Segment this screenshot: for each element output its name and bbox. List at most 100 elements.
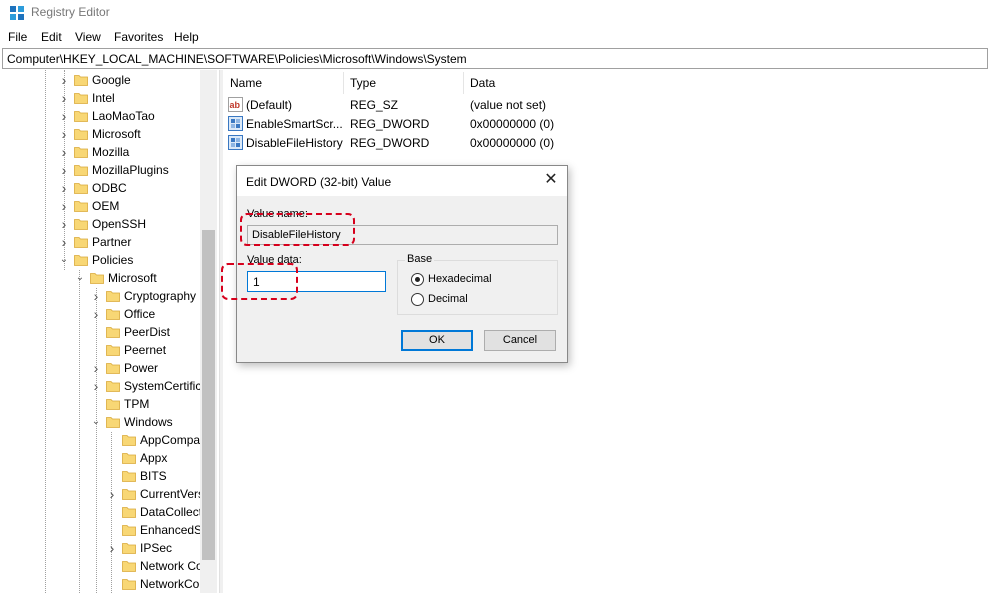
tree-item[interactable]: › ODBC xyxy=(0,179,200,197)
tree-item-label: PeerDist xyxy=(124,325,171,339)
tree-item[interactable]: PeerDist xyxy=(0,323,200,341)
chevron-right-icon[interactable]: › xyxy=(91,289,101,303)
tree-item-label: Partner xyxy=(92,235,132,249)
chevron-right-icon[interactable]: › xyxy=(59,163,69,177)
folder-icon xyxy=(74,201,88,212)
column-header-name[interactable]: Name xyxy=(230,76,262,90)
address-path: Computer\HKEY_LOCAL_MACHINE\SOFTWARE\Pol… xyxy=(7,52,467,66)
chevron-right-icon[interactable]: › xyxy=(91,361,101,375)
tree-item[interactable]: › CurrentVers xyxy=(0,485,204,503)
tree-item[interactable]: › Office xyxy=(0,305,200,323)
chevron-right-icon[interactable]: › xyxy=(91,379,101,393)
tree-item[interactable]: ⌄ Microsoft xyxy=(0,269,200,287)
tree-item[interactable]: › LaoMaoTao xyxy=(0,107,200,125)
tree-item[interactable]: Peernet xyxy=(0,341,200,359)
tree-item[interactable]: BITS xyxy=(0,467,200,485)
tree-item-label: Policies xyxy=(92,253,134,267)
menu-edit[interactable]: Edit xyxy=(41,30,62,44)
tree-item[interactable]: Network Co xyxy=(0,557,203,575)
radio-selected-dot xyxy=(415,277,420,282)
decimal-label[interactable]: Decimal xyxy=(428,293,468,305)
tree-item-label: Appx xyxy=(140,451,168,465)
folder-icon xyxy=(122,435,136,446)
chevron-right-icon[interactable]: › xyxy=(59,127,69,141)
key-tree[interactable]: › Google › Intel › LaoMaoTao › Microsoft › Mozill… xyxy=(0,70,217,593)
tree-item[interactable]: › Google xyxy=(0,71,200,89)
column-divider[interactable] xyxy=(463,72,464,94)
menu-file[interactable]: File xyxy=(8,30,27,44)
value-data: 0x00000000 (0) xyxy=(470,136,555,150)
decimal-radio[interactable] xyxy=(411,293,424,306)
chevron-right-icon[interactable]: › xyxy=(59,235,69,249)
chevron-right-icon[interactable]: › xyxy=(91,307,101,321)
tree-item[interactable]: ⌄ Policies xyxy=(0,251,200,269)
folder-icon xyxy=(74,165,88,176)
tree-item-label: BITS xyxy=(140,469,167,483)
chevron-right-icon[interactable]: › xyxy=(107,487,117,501)
tree-item[interactable]: › Mozilla xyxy=(0,143,200,161)
value-row[interactable]: ab (Default) REG_SZ (value not set) xyxy=(223,95,988,114)
tree-item[interactable]: › OpenSSH xyxy=(0,215,200,233)
hexadecimal-label[interactable]: Hexadecimal xyxy=(428,273,492,285)
folder-icon xyxy=(106,363,120,374)
tree-item-label: SystemCertific xyxy=(124,379,202,393)
folder-icon xyxy=(122,543,136,554)
hexadecimal-radio[interactable] xyxy=(411,273,424,286)
dialog-title-bar[interactable]: Edit DWORD (32-bit) Value ✕ xyxy=(237,166,567,196)
tree-item[interactable]: TPM xyxy=(0,395,200,413)
tree-item[interactable]: › Intel xyxy=(0,89,200,107)
chevron-down-icon[interactable]: ⌄ xyxy=(75,272,85,284)
tree-item[interactable]: NetworkCo xyxy=(0,575,200,593)
tree-scrollbar-thumb[interactable] xyxy=(202,230,215,560)
menu-favorites[interactable]: Favorites xyxy=(114,30,163,44)
close-icon[interactable]: ✕ xyxy=(543,172,559,188)
tree-item-label: Intel xyxy=(92,91,115,105)
folder-icon xyxy=(74,75,88,86)
menu-view[interactable]: View xyxy=(75,30,101,44)
folder-icon xyxy=(74,129,88,140)
tree-item-label: Power xyxy=(124,361,159,375)
tree-item-label: IPSec xyxy=(140,541,173,555)
chevron-right-icon[interactable]: › xyxy=(59,109,69,123)
chevron-right-icon[interactable]: › xyxy=(107,541,117,555)
value-row[interactable]: DisableFileHistory REG_DWORD 0x00000000 … xyxy=(223,133,988,152)
tree-item[interactable]: › Power xyxy=(0,359,200,377)
value-data: 0x00000000 (0) xyxy=(470,117,555,131)
folder-icon xyxy=(90,273,104,284)
value-row[interactable]: EnableSmartScr... REG_DWORD 0x00000000 (… xyxy=(223,114,988,133)
chevron-right-icon[interactable]: › xyxy=(59,181,69,195)
column-header-data[interactable]: Data xyxy=(470,76,495,90)
chevron-right-icon[interactable]: › xyxy=(59,73,69,87)
menu-help[interactable]: Help xyxy=(174,30,199,44)
tree-item[interactable]: › OEM xyxy=(0,197,200,215)
value-type: REG_DWORD xyxy=(350,136,430,150)
chevron-right-icon[interactable]: › xyxy=(59,217,69,231)
tree-item-label: Mozilla xyxy=(92,145,130,159)
tree-item-label: Peernet xyxy=(124,343,167,357)
column-divider[interactable] xyxy=(343,72,344,94)
tree-item[interactable]: DataCollect xyxy=(0,503,202,521)
tree-item[interactable]: › SystemCertific xyxy=(0,377,202,395)
tree-item[interactable]: › Cryptography xyxy=(0,287,200,305)
folder-icon xyxy=(106,399,120,410)
tree-item[interactable]: › IPSec xyxy=(0,539,200,557)
tree-item[interactable]: › Partner xyxy=(0,233,200,251)
column-header-type[interactable]: Type xyxy=(350,76,376,90)
tree-item-label: LaoMaoTao xyxy=(92,109,155,123)
ok-button[interactable]: OK xyxy=(401,330,473,351)
chevron-right-icon[interactable]: › xyxy=(59,199,69,213)
chevron-right-icon[interactable]: › xyxy=(59,145,69,159)
tree-item[interactable]: › Microsoft xyxy=(0,125,200,143)
tree-item[interactable]: AppCompa xyxy=(0,431,200,449)
address-bar[interactable]: Computer\HKEY_LOCAL_MACHINE\SOFTWARE\Pol… xyxy=(2,48,988,69)
dword-value-icon xyxy=(228,135,243,150)
tree-item[interactable]: Appx xyxy=(0,449,200,467)
tree-item[interactable]: ⌄ Windows xyxy=(0,413,200,431)
chevron-right-icon[interactable]: › xyxy=(59,91,69,105)
tree-item[interactable]: EnhancedS xyxy=(0,521,202,539)
tree-item[interactable]: › MozillaPlugins xyxy=(0,161,200,179)
chevron-down-icon[interactable]: ⌄ xyxy=(91,416,101,428)
folder-icon xyxy=(74,237,88,248)
cancel-button[interactable]: Cancel xyxy=(484,330,556,351)
chevron-down-icon[interactable]: ⌄ xyxy=(59,254,69,266)
